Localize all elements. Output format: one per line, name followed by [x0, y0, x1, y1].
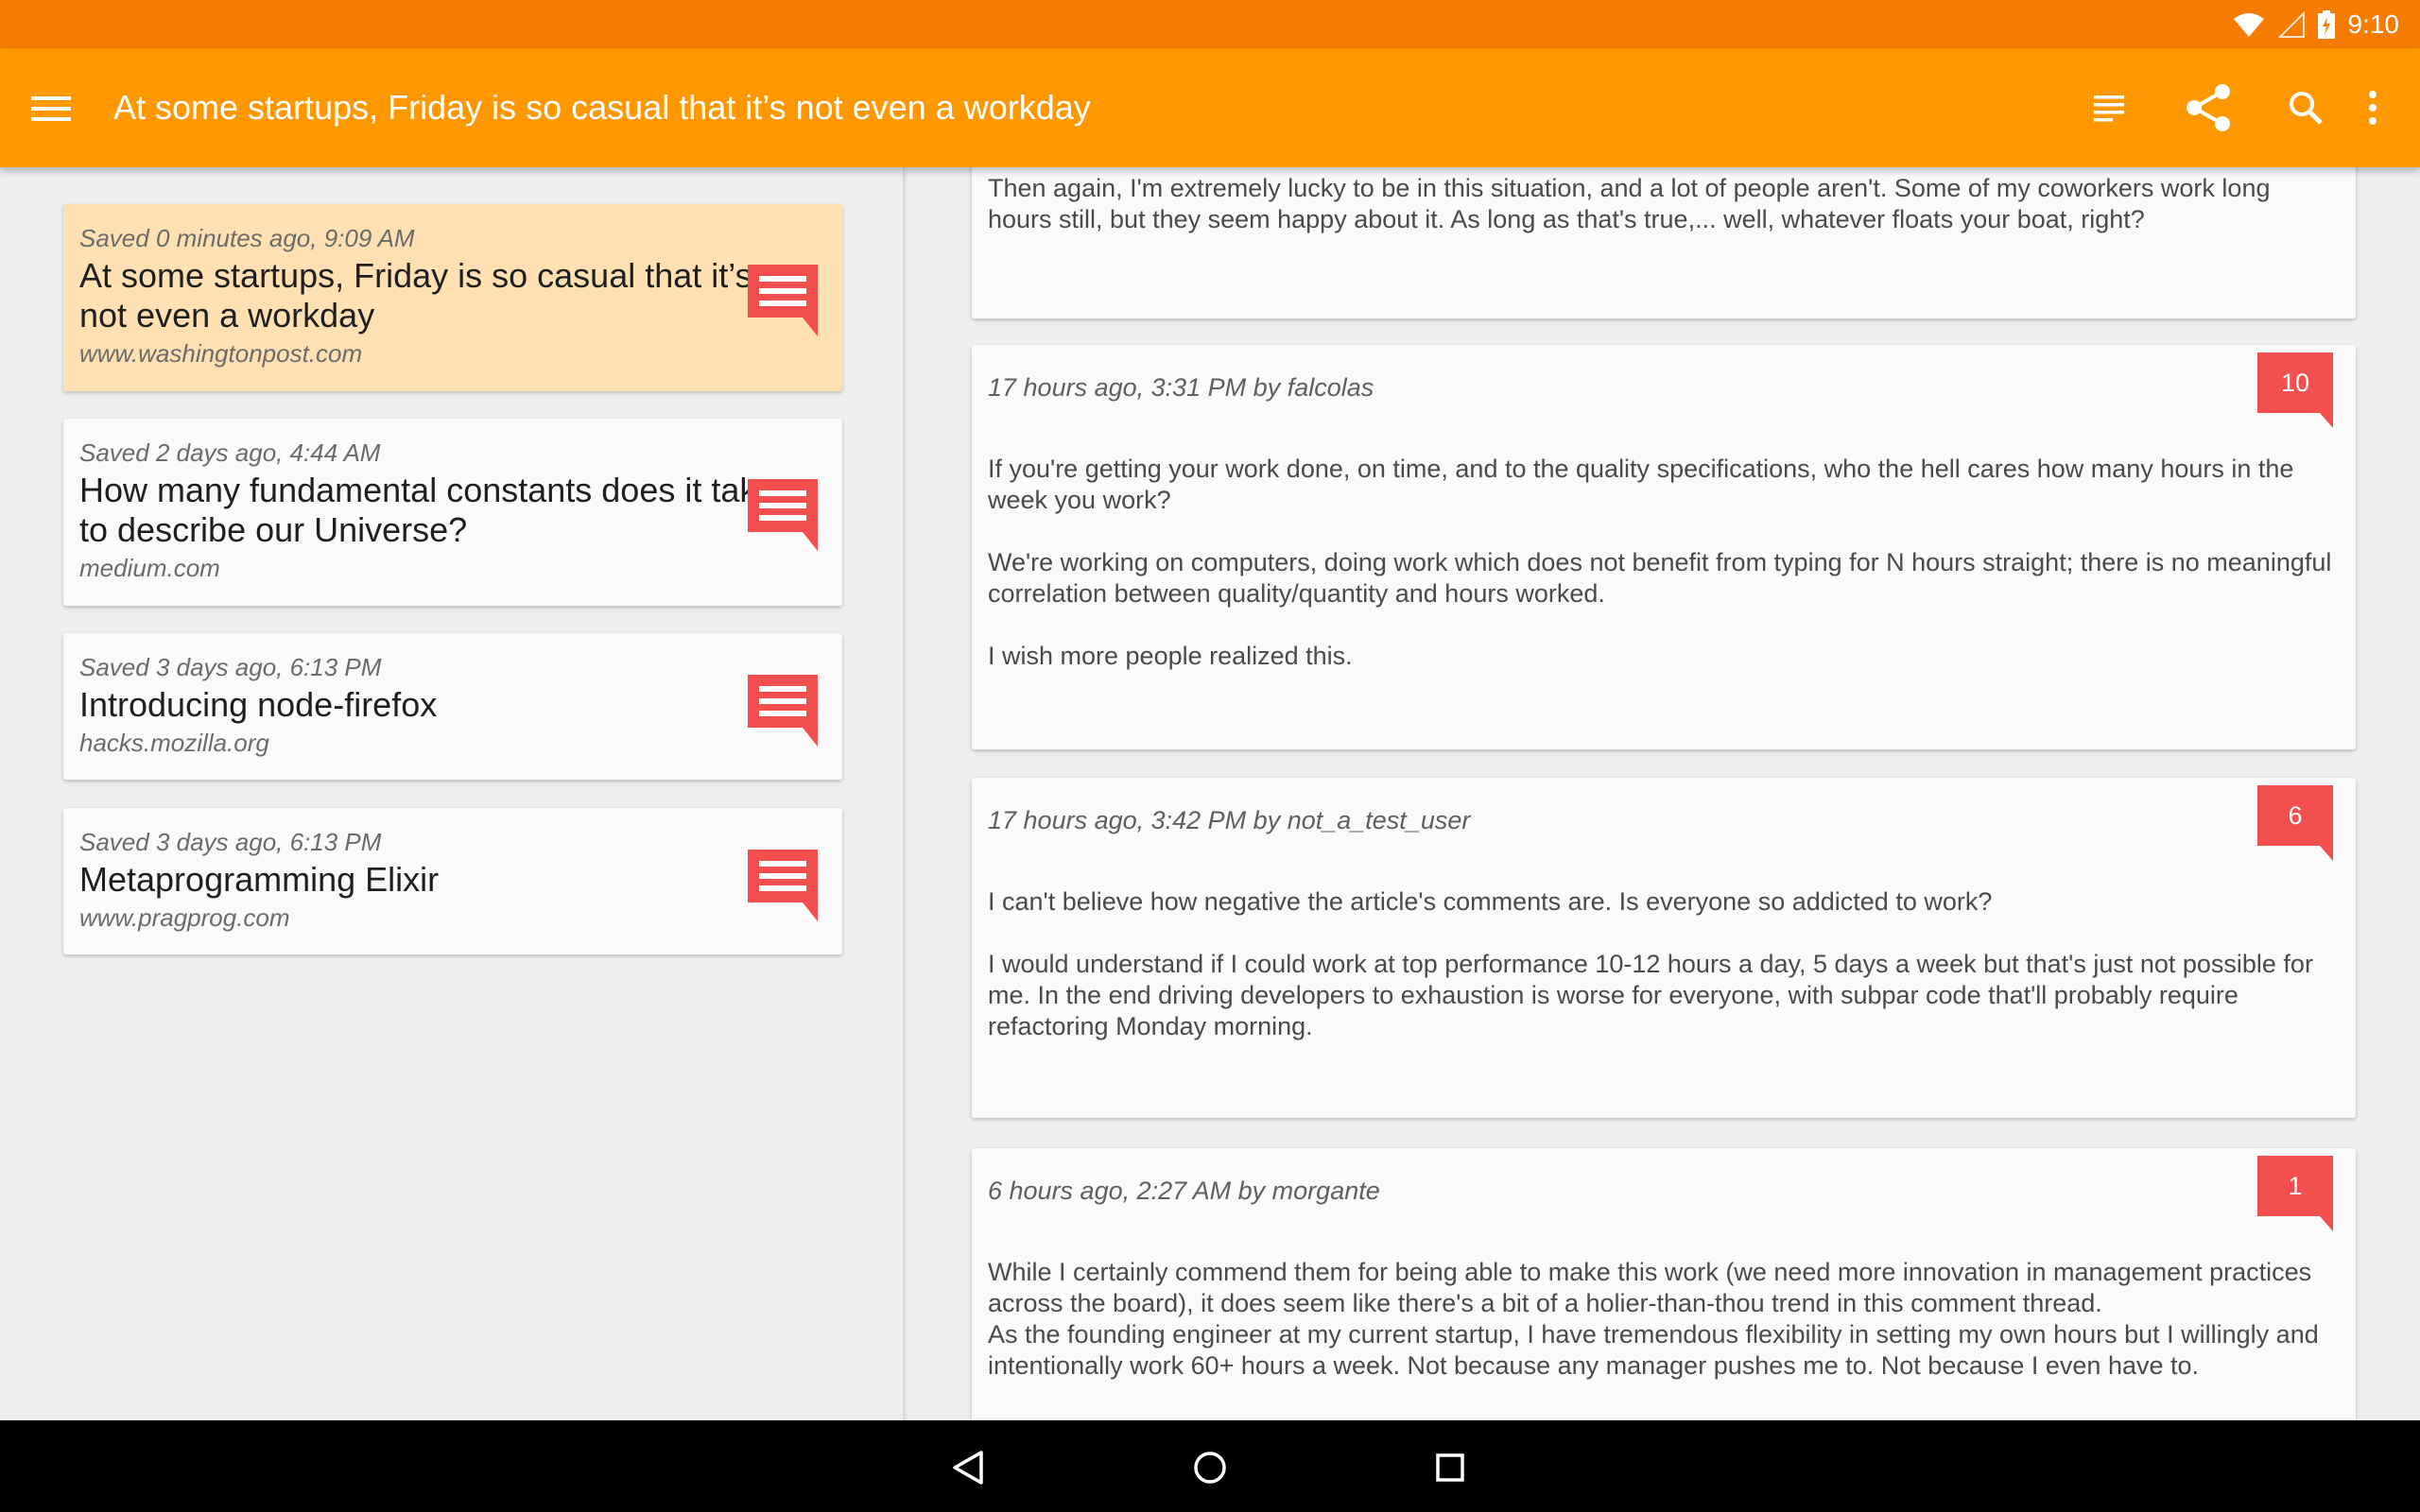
comments-icon[interactable]	[744, 671, 821, 748]
home-icon	[1194, 1452, 1226, 1484]
hamburger-icon	[31, 96, 71, 121]
comment-text: We're working on computers, doing work w…	[988, 548, 2332, 608]
article-saved-time: Saved 3 days ago, 6:13 PM	[79, 828, 382, 856]
battery-charging-icon	[2317, 9, 2335, 39]
article-title: Introducing node-firefox	[79, 685, 438, 724]
replies-count: 6	[2288, 801, 2303, 830]
replies-badge[interactable]: 1	[2257, 1156, 2333, 1231]
comments-icon[interactable]	[744, 846, 821, 923]
comment-text: If you're getting your work done, on tim…	[988, 455, 2294, 514]
replies-count: 10	[2280, 369, 2310, 397]
article-title: At some startups, Friday is so casual th…	[79, 256, 752, 335]
article-saved-time: Saved 3 days ago, 6:13 PM	[79, 653, 382, 681]
comment-text: While I certainly commend them for being…	[988, 1258, 2312, 1317]
comment-card[interactable]: 6 hours ago, 2:27 AM by morgante 1 While…	[972, 1148, 2356, 1420]
comment-meta: 17 hours ago, 3:42 PM by not_a_test_user	[988, 806, 1471, 834]
article-domain: hacks.mozilla.org	[79, 729, 269, 757]
status-icons: 9:10	[2233, 0, 2400, 48]
comment-text: I wish more people realized this.	[988, 642, 1353, 670]
comment-meta: 6 hours ago, 2:27 AM by morgante	[988, 1177, 1380, 1205]
replies-badge[interactable]: 6	[2257, 785, 2333, 861]
article-title: How many fundamental constants does it t…	[79, 471, 776, 549]
reader-view-icon	[2094, 95, 2124, 122]
search-icon	[2290, 92, 2323, 125]
comment-card[interactable]: 17 hours ago, 3:31 PM by falcolas 10 If …	[972, 345, 2356, 749]
replies-badge[interactable]: 10	[2257, 352, 2333, 428]
home-button[interactable]	[1180, 1437, 1240, 1498]
overflow-menu-button[interactable]	[2342, 77, 2403, 138]
comment-text: I can't believe how negative the article…	[988, 887, 1993, 916]
article-card[interactable]: Saved 3 days ago, 6:13 PM Metaprogrammin…	[63, 808, 842, 954]
article-domain: www.pragprog.com	[79, 903, 290, 932]
wifi-icon	[2233, 12, 2264, 37]
comment-card[interactable]: Then again, I'm extremely lucky to be in…	[972, 167, 2356, 318]
recents-icon	[1436, 1453, 1464, 1482]
comments-icon[interactable]	[744, 475, 821, 553]
app-bar: At some startups, Friday is so casual th…	[0, 48, 2420, 167]
status-bar: 9:10	[0, 0, 2420, 48]
article-card[interactable]: Saved 2 days ago, 4:44 AM How many funda…	[63, 419, 842, 606]
comments-icon[interactable]	[744, 261, 821, 338]
comments-pane[interactable]: Then again, I'm extremely lucky to be in…	[908, 167, 2420, 1420]
article-saved-time: Saved 0 minutes ago, 9:09 AM	[79, 224, 415, 252]
comment-text: Then again, I'm extremely lucky to be in…	[988, 174, 2271, 233]
replies-count: 1	[2288, 1172, 2303, 1200]
signal-icon	[2277, 10, 2305, 38]
article-saved-time: Saved 2 days ago, 4:44 AM	[79, 438, 381, 467]
back-icon	[953, 1451, 983, 1485]
article-title: Metaprogramming Elixir	[79, 860, 440, 899]
comment-meta: 17 hours ago, 3:31 PM by falcolas	[988, 373, 1374, 402]
article-domain: medium.com	[79, 554, 220, 582]
comment-text: As the founding engineer at my current s…	[988, 1320, 2319, 1380]
article-card[interactable]: Saved 0 minutes ago, 9:09 AM At some sta…	[63, 204, 842, 391]
search-button[interactable]	[2275, 77, 2336, 138]
recents-button[interactable]	[1420, 1437, 1480, 1498]
share-button[interactable]	[2178, 77, 2238, 138]
article-card[interactable]: Saved 3 days ago, 6:13 PM Introducing no…	[63, 633, 842, 780]
clock: 9:10	[2347, 9, 2400, 39]
overflow-menu-icon	[2369, 91, 2377, 125]
comment-card[interactable]: 17 hours ago, 3:42 PM by not_a_test_user…	[972, 778, 2356, 1118]
back-button[interactable]	[938, 1437, 998, 1498]
reader-view-button[interactable]	[2079, 77, 2139, 138]
article-domain: www.washingtonpost.com	[79, 339, 363, 368]
page-title: At some startups, Friday is so casual th…	[113, 88, 1091, 127]
menu-button[interactable]	[25, 82, 78, 135]
comment-text: I would understand if I could work at to…	[988, 950, 2313, 1040]
share-icon	[2187, 84, 2230, 131]
navigation-bar	[0, 1420, 2420, 1512]
article-list: Saved 0 minutes ago, 9:09 AM At some sta…	[0, 167, 903, 1420]
